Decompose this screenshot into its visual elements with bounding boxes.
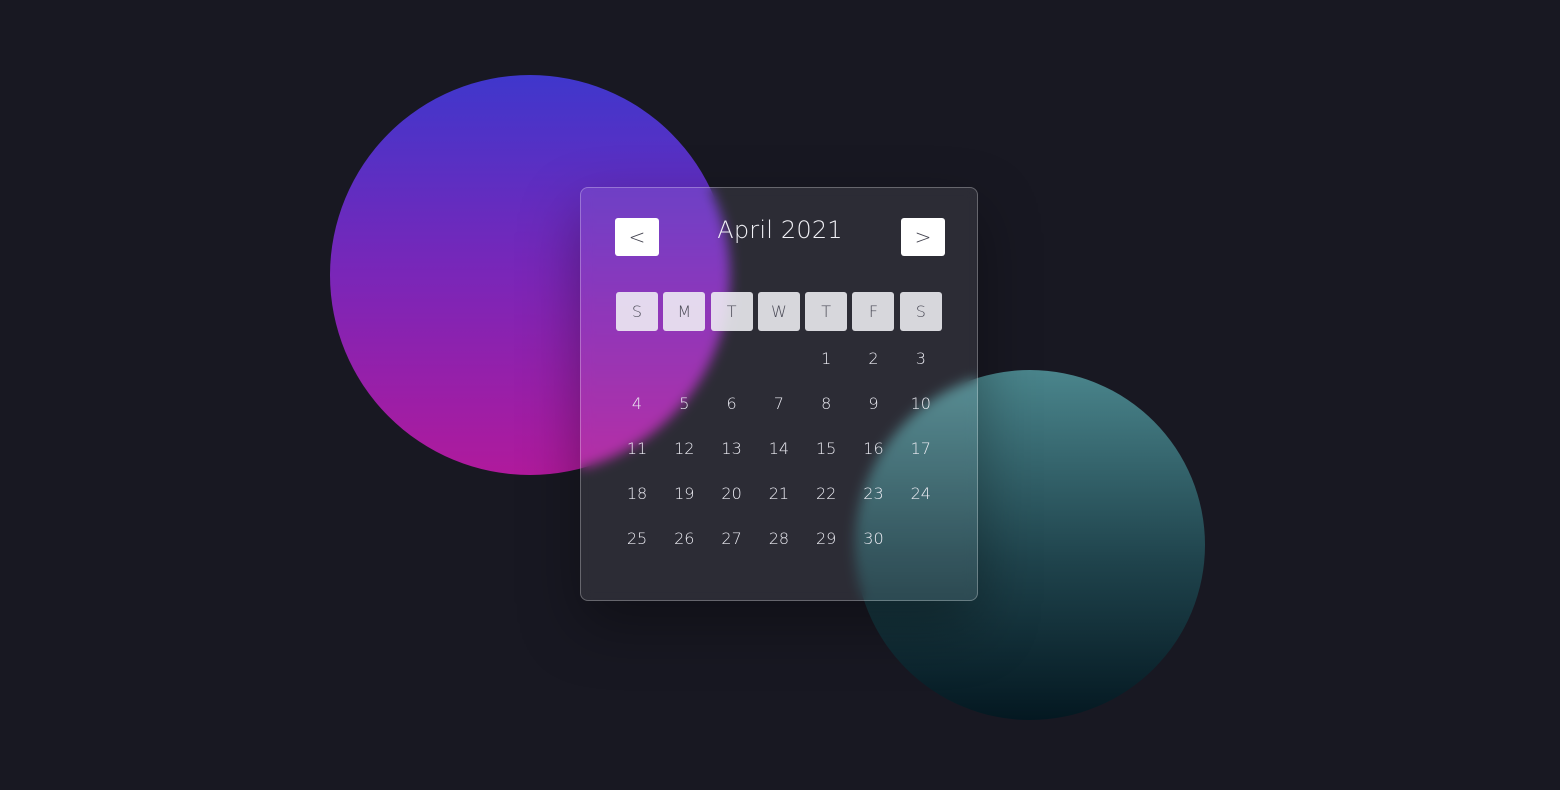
day-cell[interactable]: 4 <box>616 381 658 426</box>
day-cell[interactable]: 10 <box>900 381 942 426</box>
weekday-friday: F <box>852 292 895 331</box>
day-cell[interactable]: 28 <box>758 516 800 561</box>
day-cell[interactable]: 19 <box>663 471 705 516</box>
day-cell-empty <box>663 336 705 381</box>
day-cell[interactable]: 6 <box>711 381 753 426</box>
page-background: < April 2021 > S M T W T F S 1 2 3 4 5 6 7 8 9 10… <box>0 0 1560 790</box>
day-cell[interactable]: 26 <box>663 516 705 561</box>
day-cell[interactable]: 14 <box>758 426 800 471</box>
day-cell[interactable]: 3 <box>900 336 942 381</box>
day-cell[interactable]: 5 <box>663 381 705 426</box>
next-month-button[interactable]: > <box>901 218 945 256</box>
day-cell[interactable]: 2 <box>852 336 894 381</box>
weekday-saturday: S <box>899 292 942 331</box>
calendar-card: < April 2021 > S M T W T F S 1 2 3 4 5 6 7 8 9 10… <box>580 187 978 601</box>
day-cell-empty <box>758 336 800 381</box>
day-cell[interactable]: 30 <box>852 516 894 561</box>
weekday-wednesday: W <box>757 292 800 331</box>
day-cell[interactable]: 29 <box>805 516 847 561</box>
day-cell[interactable]: 9 <box>852 381 894 426</box>
day-cell[interactable]: 1 <box>805 336 847 381</box>
day-cell[interactable]: 22 <box>805 471 847 516</box>
weekday-sunday: S <box>616 292 658 331</box>
day-cell[interactable]: 13 <box>711 426 753 471</box>
days-grid: 1 2 3 4 5 6 7 8 9 10 11 12 13 14 15 16 17 18 19 20 21 22 23 24 2… <box>616 336 942 561</box>
day-cell[interactable]: 23 <box>852 471 894 516</box>
day-cell-empty <box>711 336 753 381</box>
day-cell[interactable]: 18 <box>616 471 658 516</box>
day-cell[interactable]: 12 <box>663 426 705 471</box>
day-cell[interactable]: 7 <box>758 381 800 426</box>
day-cell[interactable]: 16 <box>852 426 894 471</box>
weekday-tuesday: T <box>710 292 753 331</box>
day-cell[interactable]: 15 <box>805 426 847 471</box>
day-cell[interactable]: 27 <box>711 516 753 561</box>
day-cell[interactable]: 21 <box>758 471 800 516</box>
day-cell[interactable]: 8 <box>805 381 847 426</box>
day-cell[interactable]: 24 <box>900 471 942 516</box>
day-cell[interactable]: 17 <box>900 426 942 471</box>
day-cell-empty <box>616 336 658 381</box>
weekday-thursday: T <box>805 292 848 331</box>
weekday-monday: M <box>663 292 706 331</box>
weekday-header-row: S M T W T F S <box>616 292 942 331</box>
day-cell[interactable]: 11 <box>616 426 658 471</box>
day-cell[interactable]: 20 <box>711 471 753 516</box>
day-cell-empty <box>900 516 942 561</box>
day-cell[interactable]: 25 <box>616 516 658 561</box>
